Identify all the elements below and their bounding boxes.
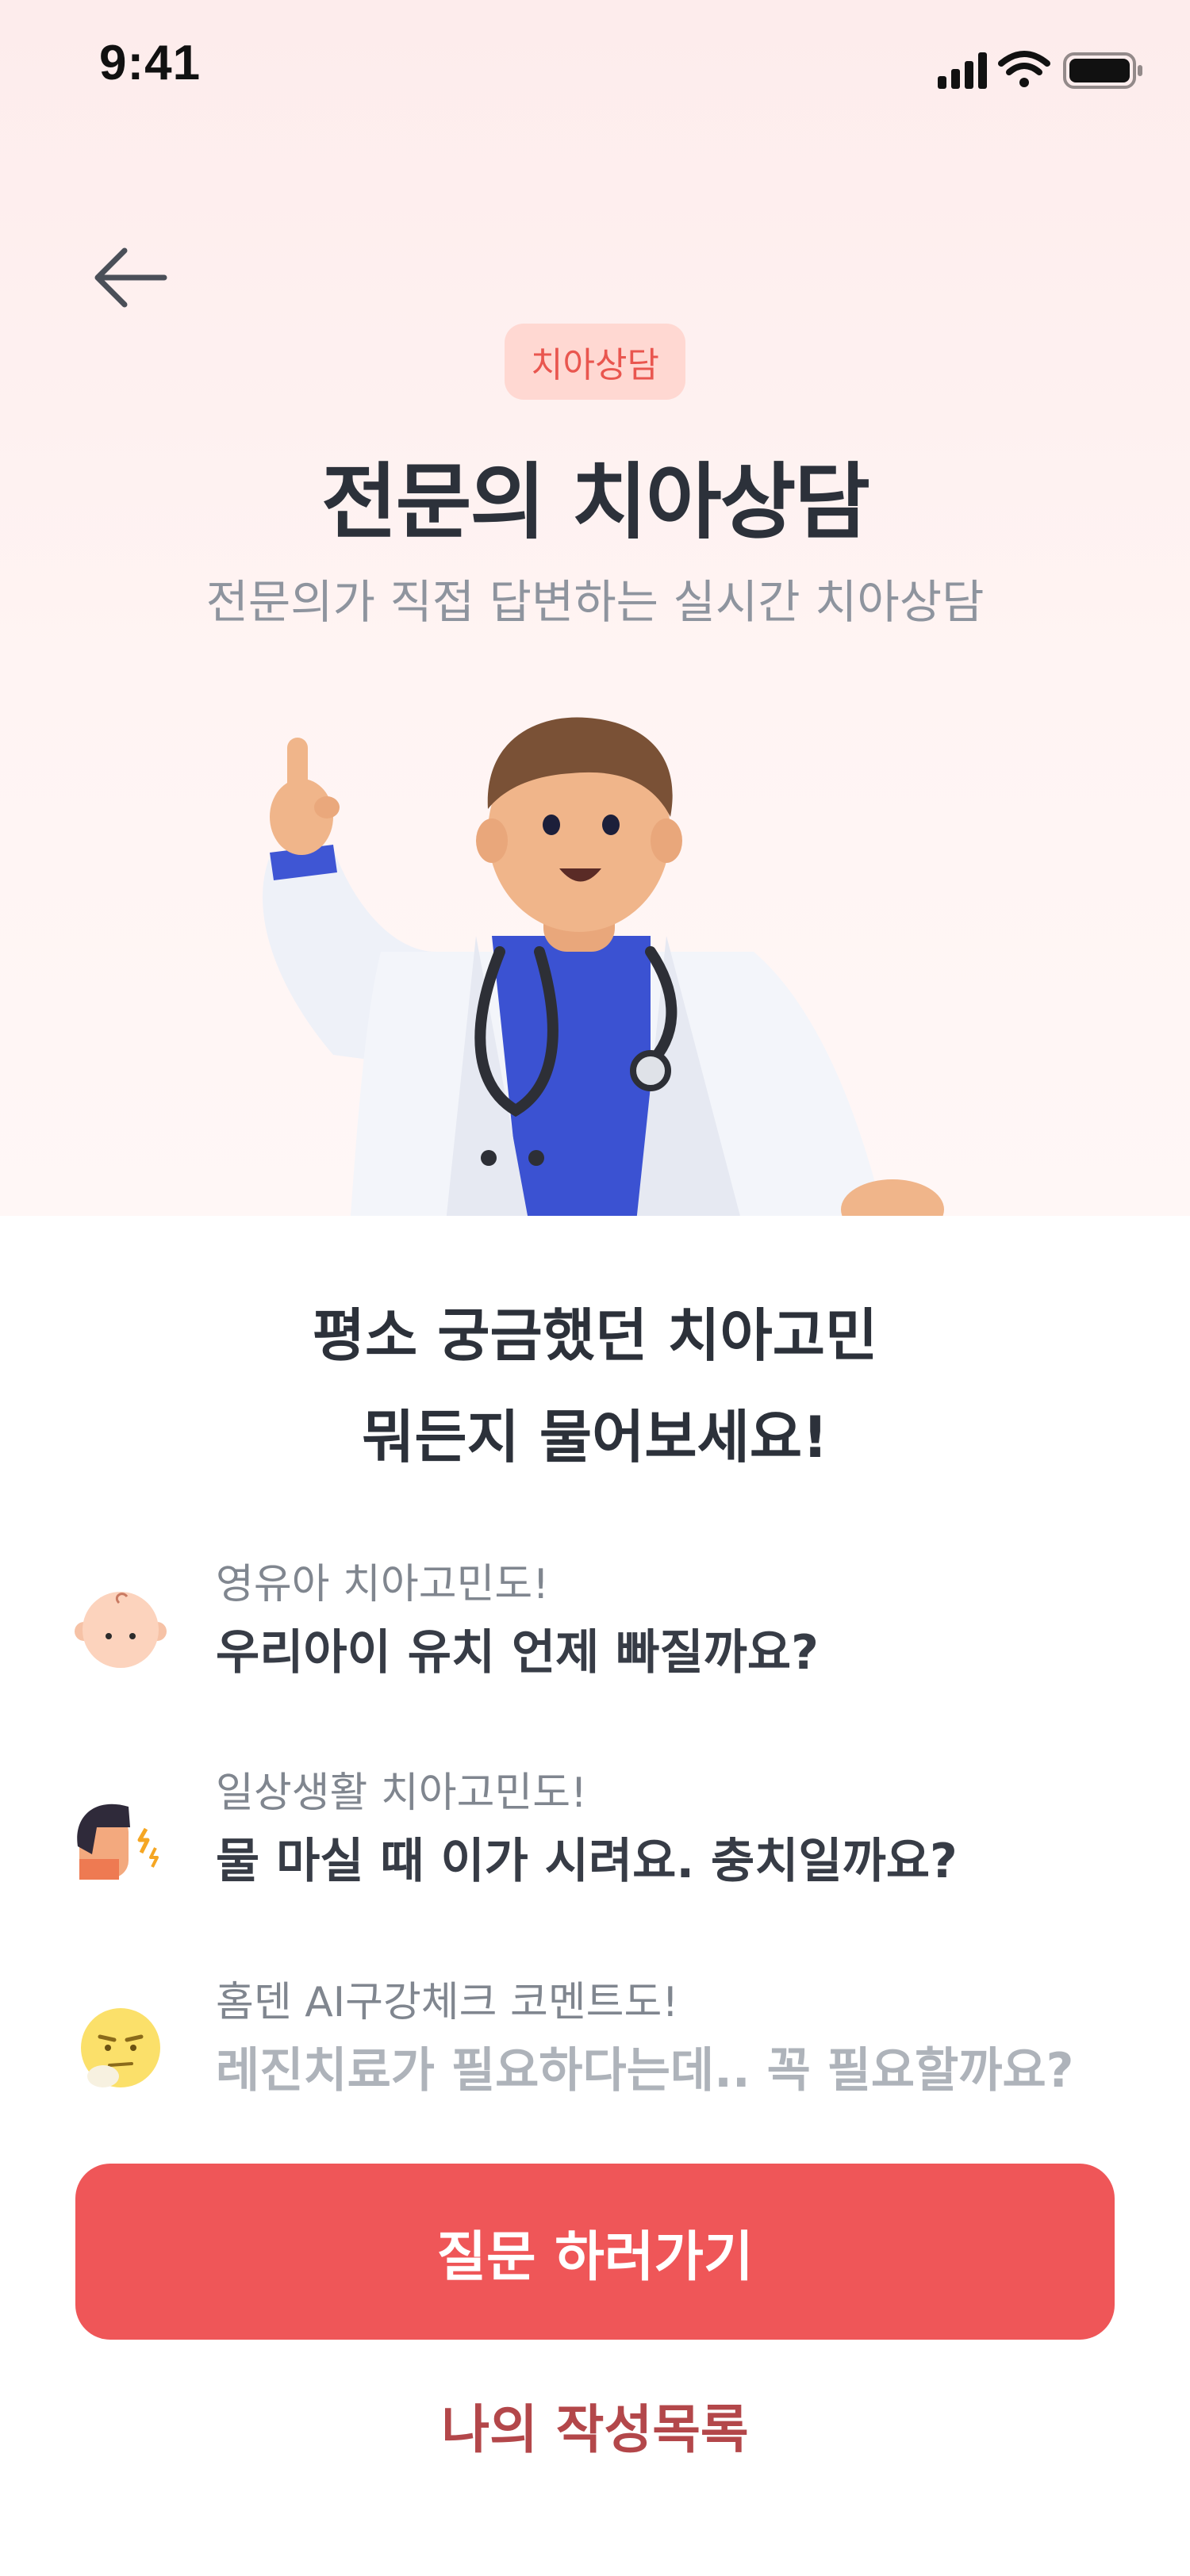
feature-text: 우리아이 유치 언제 빠질까요? bbox=[216, 1625, 819, 1681]
feature-text: 레진치료가 필요하다는데.. 꼭 필요할까요? bbox=[216, 2043, 1074, 2099]
signal-icon bbox=[938, 52, 987, 89]
thinking-face-icon bbox=[81, 2008, 160, 2087]
page-subtitle: 전문의가 직접 답변하는 실시간 치아상담 bbox=[205, 575, 985, 629]
status-bar: 9:41 bbox=[0, 0, 1190, 143]
man-toothache-icon bbox=[77, 1804, 159, 1880]
feature-item-daily: 일상생활 치아고민도! 물 마실 때 이가 시려요. 충치일까요? bbox=[73, 1759, 1120, 1942]
feature-item-infant: 영유아 치아고민도! 우리아이 유치 언제 빠질까요? bbox=[73, 1551, 1120, 1733]
status-icons bbox=[938, 51, 1142, 89]
feature-caption: 영유아 치아고민도! bbox=[216, 1561, 550, 1608]
baby-face-icon bbox=[75, 1592, 167, 1668]
feature-text: 물 마실 때 이가 시려요. 충치일까요? bbox=[216, 1834, 958, 1889]
arrow-left-icon bbox=[94, 247, 167, 308]
hero-section: 9:41 치아상담 전문의 치아상담 전문의가 직접 답변하는 실시간 치아상담 bbox=[0, 0, 1190, 1216]
wifi-icon bbox=[998, 51, 1050, 87]
question-heading: 평소 궁금했던 치아고민 뭐든지 물어보세요! bbox=[0, 1285, 1190, 1488]
category-badge: 치아상담 bbox=[505, 324, 685, 400]
ask-question-button[interactable]: 질문 하러가기 bbox=[75, 2164, 1115, 2340]
feature-item-ai-check: 홈덴 AI구강체크 코멘트도! 레진치료가 필요하다는데.. 꼭 필요할까요? bbox=[73, 1968, 1120, 2151]
battery-icon bbox=[1063, 52, 1142, 89]
question-line-2: 뭐든지 물어보세요! bbox=[362, 1404, 828, 1470]
back-button[interactable] bbox=[87, 238, 175, 317]
my-posts-link[interactable]: 나의 작성목록 bbox=[0, 2387, 1190, 2463]
page-title: 전문의 치아상담 bbox=[321, 454, 870, 550]
status-time: 9:41 bbox=[99, 36, 202, 90]
feature-caption: 일상생활 치아고민도! bbox=[216, 1769, 587, 1817]
feature-caption: 홈덴 AI구강체크 코멘트도! bbox=[216, 1979, 679, 2026]
question-line-1: 평소 궁금했던 치아고민 bbox=[312, 1302, 878, 1369]
doctor-illustration bbox=[263, 717, 944, 1216]
